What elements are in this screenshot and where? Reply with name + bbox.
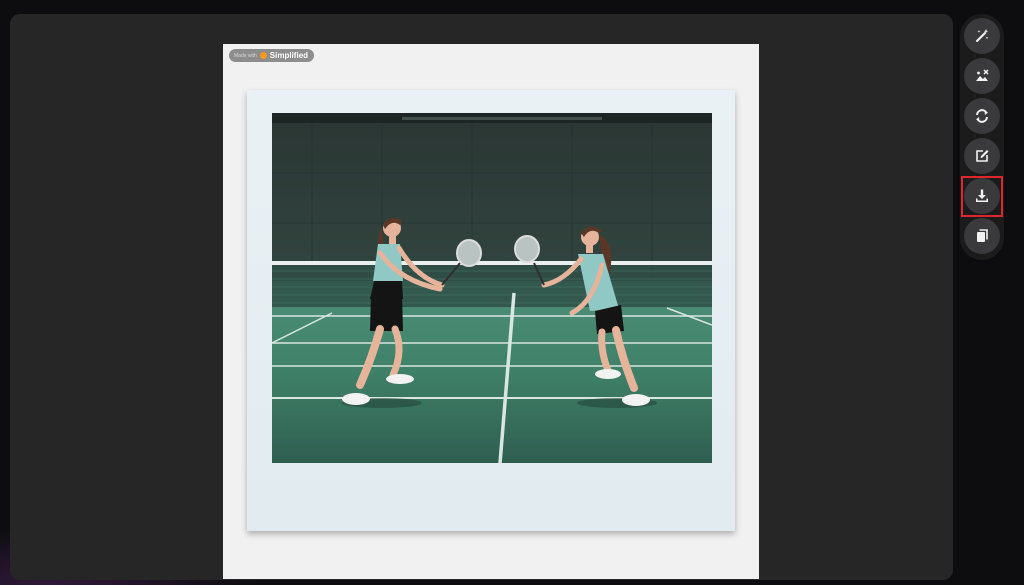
simplified-logo-icon — [259, 52, 267, 59]
polaroid-frame — [247, 90, 735, 531]
edit-icon — [976, 150, 989, 162]
edit-button[interactable] — [964, 138, 1000, 174]
preview-panel: Made with Simplified — [10, 14, 953, 580]
watermark-badge: Made with Simplified — [229, 49, 315, 62]
download-highlight-box — [961, 176, 1003, 217]
copy-icon — [977, 229, 988, 242]
badminton-scene — [272, 113, 712, 463]
regenerate-button[interactable] — [964, 98, 1000, 134]
copy-button[interactable] — [964, 218, 1000, 254]
watermark-brand: Simplified — [269, 51, 309, 60]
image-canvas: Made with Simplified — [223, 44, 759, 579]
remove-background-button[interactable] — [964, 58, 1000, 94]
refresh-icon — [976, 109, 988, 123]
image-remove-icon — [976, 69, 989, 81]
magic-edit-button[interactable] — [964, 18, 1000, 54]
magic-wand-icon — [976, 29, 989, 42]
generated-image[interactable] — [272, 113, 712, 463]
action-toolbar — [960, 14, 1004, 260]
watermark-prefix: Made with — [234, 52, 257, 59]
